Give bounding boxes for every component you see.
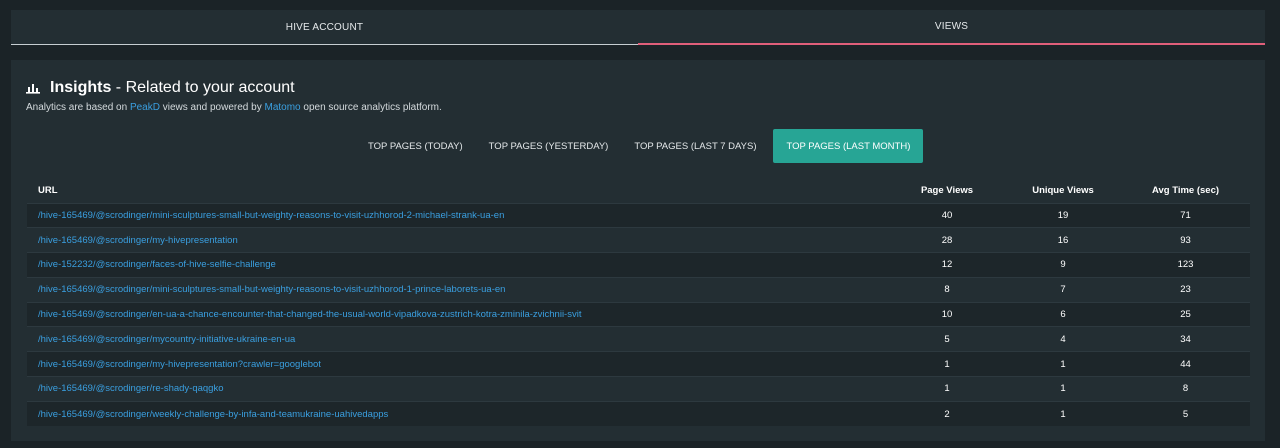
- insights-subtitle: Analytics are based on PeakD views and p…: [26, 102, 442, 113]
- table-row: /hive-165469/@scrodinger/mycountry-initi…: [27, 326, 1250, 352]
- page-url-link[interactable]: /hive-165469/@scrodinger/mycountry-initi…: [38, 334, 295, 345]
- avg-time-cell: 23: [1121, 276, 1250, 303]
- unique-views-cell: 1: [1005, 351, 1121, 377]
- period-tab-yesterday[interactable]: TOP PAGES (YESTERDAY): [476, 129, 622, 163]
- table-row: /hive-165469/@scrodinger/mini-sculptures…: [27, 276, 1250, 303]
- page-url-link[interactable]: /hive-165469/@scrodinger/weekly-challeng…: [38, 409, 388, 420]
- url-cell: /hive-165469/@scrodinger/my-hivepresenta…: [27, 227, 889, 253]
- page-url-link[interactable]: /hive-152232/@scrodinger/faces-of-hive-s…: [38, 259, 276, 270]
- column-header-url: URL: [38, 185, 58, 197]
- peakd-link[interactable]: PeakD: [130, 102, 160, 113]
- insights-card: Insights - Related to your account Analy…: [11, 60, 1265, 441]
- page-views-cell: 1: [889, 376, 1005, 402]
- unique-views-cell: 1: [1005, 400, 1121, 427]
- unique-views-cell: 9: [1005, 252, 1121, 278]
- page-url-link[interactable]: /hive-165469/@scrodinger/re-shady-qaqgko: [38, 383, 224, 394]
- column-header-avg-time: Avg Time (sec): [1151, 185, 1220, 197]
- page-views-cell: 12: [889, 252, 1005, 278]
- page-views-cell: 2: [889, 400, 1005, 427]
- matomo-link[interactable]: Matomo: [264, 102, 300, 113]
- page-url-link[interactable]: /hive-165469/@scrodinger/mini-sculptures…: [38, 284, 505, 295]
- period-tab-today[interactable]: TOP PAGES (TODAY): [355, 129, 476, 163]
- chart-bar-icon: [26, 84, 40, 94]
- column-header-page-views: Page Views: [920, 185, 974, 197]
- table-row: /hive-165469/@scrodinger/weekly-challeng…: [27, 400, 1250, 427]
- page-views-cell: 1: [889, 351, 1005, 377]
- period-tab-last-month[interactable]: TOP PAGES (LAST MONTH): [773, 129, 924, 163]
- table-row: /hive-152232/@scrodinger/faces-of-hive-s…: [27, 252, 1250, 278]
- avg-time-cell: 44: [1121, 351, 1250, 377]
- unique-views-cell: 19: [1005, 202, 1121, 228]
- page-url-link[interactable]: /hive-165469/@scrodinger/en-ua-a-chance-…: [38, 309, 581, 320]
- url-cell: /hive-165469/@scrodinger/mini-sculptures…: [27, 276, 889, 303]
- page-views-cell: 5: [889, 326, 1005, 352]
- page-url-link[interactable]: /hive-165469/@scrodinger/my-hivepresenta…: [38, 359, 321, 370]
- avg-time-cell: 93: [1121, 227, 1250, 253]
- url-cell: /hive-165469/@scrodinger/en-ua-a-chance-…: [27, 301, 889, 327]
- tab-views[interactable]: VIEWS: [638, 10, 1265, 45]
- table-row: /hive-165469/@scrodinger/my-hivepresenta…: [27, 351, 1250, 377]
- table-row: /hive-165469/@scrodinger/en-ua-a-chance-…: [27, 301, 1250, 327]
- page-views-cell: 28: [889, 227, 1005, 253]
- table-header-row: URL Page Views Unique Views Avg Time (se…: [27, 179, 1250, 203]
- avg-time-cell: 5: [1121, 400, 1250, 427]
- avg-time-cell: 25: [1121, 301, 1250, 327]
- unique-views-cell: 4: [1005, 326, 1121, 352]
- url-cell: /hive-165469/@scrodinger/mini-sculptures…: [27, 202, 889, 228]
- unique-views-cell: 16: [1005, 227, 1121, 253]
- url-cell: /hive-165469/@scrodinger/re-shady-qaqgko: [27, 376, 889, 402]
- top-pages-table: URL Page Views Unique Views Avg Time (se…: [27, 179, 1250, 427]
- period-tabs: TOP PAGES (TODAY) TOP PAGES (YESTERDAY) …: [355, 129, 924, 163]
- page-url-link[interactable]: /hive-165469/@scrodinger/mini-sculptures…: [38, 210, 504, 221]
- table-body: /hive-165469/@scrodinger/mini-sculptures…: [27, 202, 1250, 427]
- unique-views-cell: 6: [1005, 301, 1121, 327]
- column-header-unique-views: Unique Views: [1032, 185, 1094, 197]
- page-views-cell: 10: [889, 301, 1005, 327]
- page-url-link[interactable]: /hive-165469/@scrodinger/my-hivepresenta…: [38, 235, 238, 246]
- avg-time-cell: 8: [1121, 376, 1250, 402]
- unique-views-cell: 1: [1005, 376, 1121, 402]
- page-title: Insights - Related to your account: [50, 79, 295, 96]
- avg-time-cell: 123: [1121, 252, 1250, 278]
- main-tabs: HIVE ACCOUNT VIEWS: [11, 10, 1265, 45]
- page-views-cell: 40: [889, 202, 1005, 228]
- table-row: /hive-165469/@scrodinger/re-shady-qaqgko…: [27, 376, 1250, 402]
- url-cell: /hive-165469/@scrodinger/mycountry-initi…: [27, 326, 889, 352]
- table-row: /hive-165469/@scrodinger/my-hivepresenta…: [27, 227, 1250, 253]
- tab-hive-account[interactable]: HIVE ACCOUNT: [11, 10, 638, 45]
- url-cell: /hive-152232/@scrodinger/faces-of-hive-s…: [27, 252, 889, 278]
- avg-time-cell: 34: [1121, 326, 1250, 352]
- url-cell: /hive-165469/@scrodinger/my-hivepresenta…: [27, 351, 889, 377]
- unique-views-cell: 7: [1005, 276, 1121, 303]
- period-tab-last-7-days[interactable]: TOP PAGES (LAST 7 DAYS): [621, 129, 769, 163]
- page-views-cell: 8: [889, 276, 1005, 303]
- url-cell: /hive-165469/@scrodinger/weekly-challeng…: [27, 400, 889, 427]
- table-row: /hive-165469/@scrodinger/mini-sculptures…: [27, 202, 1250, 228]
- avg-time-cell: 71: [1121, 202, 1250, 228]
- insights-header: Insights - Related to your account: [26, 79, 295, 97]
